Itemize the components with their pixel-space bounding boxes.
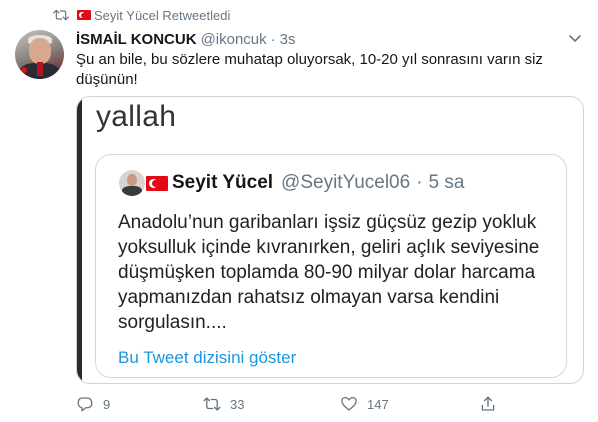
like-count: 147 xyxy=(367,396,389,412)
timestamp[interactable]: 3s xyxy=(280,31,296,48)
separator: · xyxy=(270,30,276,48)
tweet-text: Şu an bile, bu sözlere muhatap oluyorsak… xyxy=(76,51,543,88)
quoted-display-name: Seyit Yücel xyxy=(172,172,274,193)
image-edge xyxy=(77,97,82,383)
reply-count: 9 xyxy=(103,396,111,412)
show-thread-link: Bu Tweet dizisini göster xyxy=(118,348,297,367)
quoted-header: Seyit Yücel @SeyitYucel06 · 5 sa xyxy=(146,168,464,198)
display-name[interactable]: İSMAİL KONCUK xyxy=(76,31,197,48)
tweet-header: İSMAİL KONCUK @ikoncuk · 3s xyxy=(76,29,296,49)
tweet-actions: 9 33 147 xyxy=(76,392,576,416)
reply-icon xyxy=(77,397,93,412)
avatar[interactable] xyxy=(15,30,64,79)
quoted-tweet: Seyit Yücel @SeyitYucel06 · 5 sa Anadolu… xyxy=(95,154,567,378)
tweet-media-image[interactable]: yallah Seyit Yücel @SeyitYucel06 · 5 sa … xyxy=(76,96,584,384)
chevron-down-icon[interactable] xyxy=(568,34,582,44)
heart-icon xyxy=(341,396,357,411)
retweet-icon xyxy=(53,9,69,21)
quoted-avatar xyxy=(119,170,145,196)
image-caption: yallah xyxy=(96,100,177,133)
share-icon xyxy=(481,396,495,411)
turkish-flag-icon xyxy=(146,175,168,191)
quoted-handle: @SeyitYucel06 xyxy=(281,172,411,193)
reply-button[interactable]: 9 xyxy=(76,392,110,416)
retweet-icon xyxy=(203,397,221,411)
retweet-context-label: Seyit Yücel Retweetledi xyxy=(94,7,231,23)
user-handle[interactable]: @ikoncuk xyxy=(201,31,267,48)
turkish-flag-icon xyxy=(77,10,91,20)
quoted-separator: · xyxy=(416,172,423,193)
like-button[interactable]: 147 xyxy=(340,392,389,416)
retweet-count: 33 xyxy=(230,396,245,412)
retweet-button[interactable]: 33 xyxy=(203,392,244,416)
quoted-text: Anadolu’nun garibanları işsiz güçsüz gez… xyxy=(118,212,540,333)
share-button[interactable] xyxy=(479,392,506,416)
retweet-context[interactable]: Seyit Yücel Retweetledi xyxy=(53,6,230,24)
quoted-timestamp: 5 sa xyxy=(428,172,465,193)
